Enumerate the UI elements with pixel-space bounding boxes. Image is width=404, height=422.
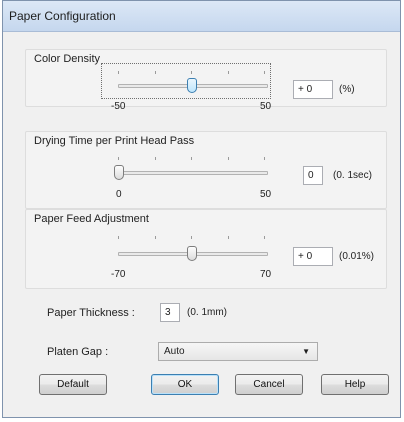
drying-time-slider-thumb[interactable] (114, 165, 124, 180)
color-density-ticks (118, 71, 268, 74)
paper-configuration-dialog: Paper Configuration Color Density -50 50… (2, 0, 401, 418)
default-button[interactable]: Default (39, 374, 107, 395)
platen-gap-label: Platen Gap : (47, 346, 109, 358)
paper-thickness-unit: (0. 1mm) (187, 307, 227, 318)
paper-feed-value-field[interactable]: + 0 (293, 247, 333, 266)
paper-feed-slider-thumb[interactable] (187, 246, 197, 261)
drying-time-slider-track[interactable] (118, 171, 268, 175)
drying-time-value-field[interactable]: 0 (303, 166, 323, 185)
color-density-focus-rect (101, 63, 271, 99)
platen-gap-select[interactable]: Auto ▼ (158, 342, 318, 361)
paper-feed-unit: (0.01%) (339, 251, 375, 262)
window-title: Paper Configuration (9, 9, 116, 23)
paper-feed-label: Paper Feed Adjustment (34, 213, 149, 225)
drying-time-max-label: 50 (260, 189, 272, 200)
drying-time-label: Drying Time per Print Head Pass (34, 135, 195, 147)
cancel-button[interactable]: Cancel (235, 374, 303, 395)
paper-feed-min-label: -70 (111, 269, 126, 280)
color-density-value-field[interactable]: + 0 (293, 80, 333, 99)
help-button[interactable]: Help (321, 374, 389, 395)
color-density-label: Color Density (34, 53, 101, 65)
color-density-max-label: 50 (260, 101, 272, 112)
platen-gap-selected-value: Auto (164, 346, 185, 357)
chevron-down-icon: ▼ (302, 347, 310, 356)
paper-thickness-label: Paper Thickness : (47, 307, 135, 319)
paper-feed-ticks (118, 236, 268, 239)
ok-button[interactable]: OK (151, 374, 219, 395)
drying-time-unit: (0. 1sec) (333, 170, 372, 181)
color-density-min-label: -50 (111, 101, 126, 112)
drying-time-ticks (118, 157, 268, 160)
paper-thickness-field[interactable]: 3 (160, 303, 180, 322)
color-density-unit: (%) (339, 84, 355, 95)
title-bar[interactable]: Paper Configuration (3, 1, 400, 32)
drying-time-min-label: 0 (116, 189, 122, 200)
color-density-slider-thumb[interactable] (187, 78, 197, 93)
paper-feed-max-label: 70 (260, 269, 272, 280)
